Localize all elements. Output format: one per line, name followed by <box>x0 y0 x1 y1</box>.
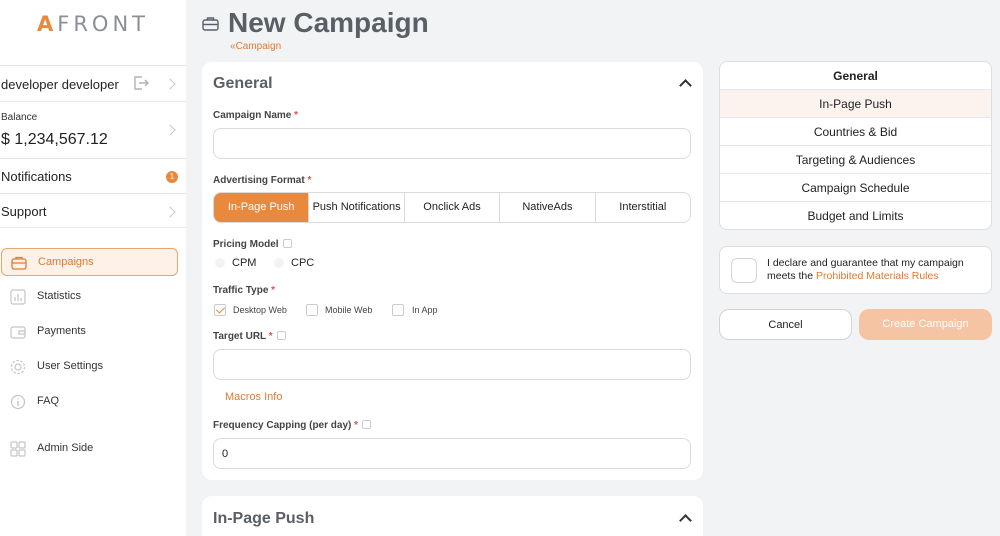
campaign-name-input[interactable] <box>213 128 691 159</box>
gear-icon <box>10 359 26 375</box>
format-push-notifications[interactable]: Push Notifications <box>309 193 405 222</box>
nav-user-settings[interactable]: User Settings <box>1 353 178 381</box>
notifications-row[interactable]: Notifications 1 <box>0 158 186 193</box>
logout-icon[interactable] <box>133 75 149 91</box>
campaign-name-label: Campaign Name * <box>213 110 299 121</box>
advertising-format-label: Advertising Format * <box>213 175 312 186</box>
cancel-button[interactable]: Cancel <box>719 309 852 340</box>
prohibited-materials-link[interactable]: Prohibited Materials Rules <box>816 270 939 282</box>
radio-dot <box>215 258 225 268</box>
bar-chart-icon <box>10 289 26 305</box>
desktop-web-label: Desktop Web <box>233 305 287 315</box>
balance-label: Balance <box>1 112 38 123</box>
grid-icon <box>10 441 26 457</box>
format-in-page-push[interactable]: In-Page Push <box>214 193 310 222</box>
briefcase-icon <box>202 17 219 31</box>
create-campaign-button[interactable]: Create Campaign <box>859 309 992 340</box>
nav-faq[interactable]: FAQ <box>1 388 178 416</box>
chevron-right-icon <box>164 206 176 218</box>
format-native-ads[interactable]: NativeAds <box>500 193 596 222</box>
balance-value: $ 1,234,567.12 <box>1 131 108 148</box>
mobile-web-checkbox[interactable] <box>306 304 318 316</box>
general-section-title: General <box>213 75 273 92</box>
target-url-label: Target URL * <box>213 331 286 342</box>
step-in-page-push[interactable]: In-Page Push <box>720 90 991 118</box>
nav-admin-side[interactable]: Admin Side <box>1 435 178 463</box>
support-label: Support <box>1 204 47 219</box>
traffic-type-label: Traffic Type * <box>213 285 276 296</box>
in-page-push-section: In-Page Push <box>202 496 703 536</box>
nav-campaigns[interactable]: Campaigns <box>1 248 178 276</box>
info-icon[interactable] <box>282 239 292 248</box>
pricing-cpm-radio[interactable]: CPM <box>215 257 256 269</box>
balance-row[interactable]: Balance $ 1,234,567.12 <box>0 101 186 158</box>
declaration-text: I declare and guarantee that my campaign… <box>767 257 964 282</box>
sidebar: AFRONT developer developer Balance $ 1,2… <box>0 0 186 536</box>
declaration-box: I declare and guarantee that my campaign… <box>719 246 992 294</box>
briefcase-icon <box>11 256 27 270</box>
target-url-input[interactable] <box>213 349 691 380</box>
info-icon[interactable] <box>362 420 372 429</box>
nav-payments[interactable]: Payments <box>1 318 178 346</box>
in-app-label: In App <box>412 305 438 315</box>
breadcrumb-campaign: Campaign <box>235 41 282 52</box>
declaration-checkbox[interactable] <box>731 258 757 283</box>
advertising-format-selector: In-Page Push Push Notifications Onclick … <box>213 192 691 223</box>
desktop-web-checkbox[interactable] <box>214 304 226 316</box>
mobile-web-label: Mobile Web <box>325 305 373 315</box>
breadcrumb[interactable]: «Campaign <box>230 41 281 52</box>
info-icon <box>10 394 26 410</box>
afront-logo[interactable]: AFRONT <box>37 12 149 36</box>
macros-info-link[interactable]: Macros Info <box>225 391 282 403</box>
user-row[interactable]: developer developer <box>0 65 186 101</box>
campaign-steps-nav: General In-Page Push Countries & Bid Tar… <box>719 61 992 230</box>
info-icon[interactable] <box>276 331 286 340</box>
chevron-right-icon <box>164 124 176 136</box>
wallet-icon <box>10 326 26 339</box>
frequency-capping-label: Frequency Capping (per day) * <box>213 420 372 431</box>
step-campaign-schedule[interactable]: Campaign Schedule <box>720 174 991 202</box>
support-row[interactable]: Support <box>0 193 186 228</box>
chevron-up-icon[interactable] <box>679 79 692 92</box>
step-targeting-audiences[interactable]: Targeting & Audiences <box>720 146 991 174</box>
notifications-badge: 1 <box>166 171 178 183</box>
in-page-push-section-title: In-Page Push <box>213 510 315 527</box>
step-budget-limits[interactable]: Budget and Limits <box>720 202 991 229</box>
chevron-up-icon[interactable] <box>679 514 692 527</box>
page-title: New Campaign <box>228 7 429 38</box>
chevron-right-icon <box>164 78 176 90</box>
pricing-model-label: Pricing Model <box>213 239 292 250</box>
format-onclick-ads[interactable]: Onclick Ads <box>405 193 501 222</box>
step-general[interactable]: General <box>720 62 991 90</box>
nav-statistics[interactable]: Statistics <box>1 283 178 311</box>
frequency-capping-input[interactable] <box>213 438 691 469</box>
pricing-cpc-radio[interactable]: CPC <box>274 257 314 269</box>
notifications-label: Notifications <box>1 169 72 184</box>
step-countries-bid[interactable]: Countries & Bid <box>720 118 991 146</box>
radio-dot <box>274 258 284 268</box>
format-interstitial[interactable]: Interstitial <box>596 193 690 222</box>
user-name: developer developer <box>1 77 119 92</box>
in-app-checkbox[interactable] <box>392 304 404 316</box>
general-section: General Campaign Name * Advertising Form… <box>202 62 703 480</box>
